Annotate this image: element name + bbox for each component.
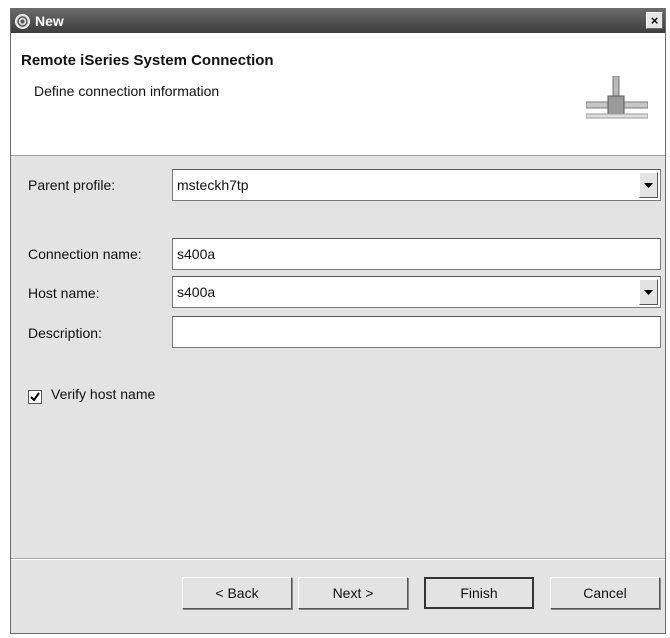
connection-name-input[interactable]: s400a bbox=[172, 238, 661, 270]
wizard-banner: Remote iSeries System Connection Define … bbox=[11, 33, 665, 156]
parent-profile-label: Parent profile: bbox=[28, 177, 116, 193]
new-dialog-window: New × Remote iSeries System Connection D… bbox=[10, 8, 666, 634]
description-label: Description: bbox=[28, 325, 102, 341]
connection-name-value: s400a bbox=[177, 246, 216, 262]
cancel-button[interactable]: Cancel bbox=[550, 577, 660, 609]
verify-host-checkbox[interactable] bbox=[28, 390, 42, 404]
verify-host-label[interactable]: Verify host name bbox=[51, 386, 155, 402]
connection-name-label: Connection name: bbox=[28, 246, 142, 262]
next-button[interactable]: Next > bbox=[298, 577, 408, 609]
finish-button[interactable]: Finish bbox=[424, 577, 534, 609]
close-icon: × bbox=[650, 13, 659, 28]
title-bar[interactable]: New × bbox=[11, 9, 665, 33]
parent-profile-dropdown-button[interactable] bbox=[639, 172, 658, 198]
description-input[interactable] bbox=[172, 316, 661, 348]
window-title: New bbox=[35, 13, 64, 29]
parent-profile-value: msteckh7tp bbox=[177, 177, 249, 193]
host-name-combo[interactable]: s400a bbox=[172, 276, 661, 308]
button-bar-separator bbox=[11, 558, 665, 560]
chevron-down-icon bbox=[644, 182, 653, 188]
page-description: Define connection information bbox=[34, 83, 220, 99]
page-title: Remote iSeries System Connection bbox=[21, 52, 274, 69]
connection-icon bbox=[585, 75, 649, 132]
host-name-label: Host name: bbox=[28, 285, 100, 301]
parent-profile-combo[interactable]: msteckh7tp bbox=[172, 169, 661, 201]
close-button[interactable]: × bbox=[646, 12, 663, 29]
host-name-dropdown-button[interactable] bbox=[639, 279, 658, 305]
host-name-value: s400a bbox=[177, 284, 216, 300]
back-button[interactable]: < Back bbox=[182, 577, 292, 609]
chevron-down-icon bbox=[644, 289, 653, 295]
eclipse-icon bbox=[15, 13, 30, 29]
checkmark-icon bbox=[30, 392, 40, 402]
